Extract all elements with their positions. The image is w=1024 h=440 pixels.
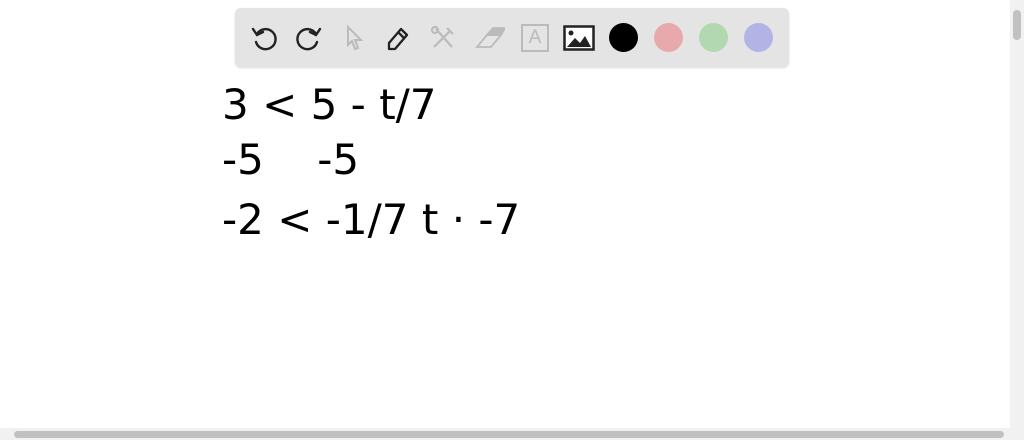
- redo-button[interactable]: [293, 22, 325, 54]
- color-swatch-purple[interactable]: [744, 23, 773, 52]
- image-tool-button[interactable]: [563, 22, 595, 54]
- handwriting-line: -5 -5: [222, 135, 360, 184]
- pencil-icon: [387, 27, 409, 51]
- redo-icon: [296, 27, 322, 51]
- text-tool-button[interactable]: A: [519, 22, 551, 54]
- horizontal-scrollbar[interactable]: [0, 428, 1024, 440]
- image-icon: [563, 25, 595, 51]
- handwriting-line: 3 < 5 - t/7: [222, 80, 437, 129]
- drawing-toolbar: A: [235, 8, 789, 67]
- color-swatch-green[interactable]: [699, 23, 728, 52]
- text-box-icon: A: [521, 24, 549, 52]
- pointer-icon: [347, 24, 364, 51]
- handwriting-line: -2 < -1/7 t · -7: [222, 195, 521, 244]
- horizontal-scroll-thumb[interactable]: [14, 431, 1004, 438]
- undo-icon: [251, 27, 277, 51]
- eraser-tool-button[interactable]: [473, 22, 505, 54]
- color-swatch-pink[interactable]: [654, 23, 683, 52]
- eraser-icon: [475, 27, 505, 48]
- pen-tool-button[interactable]: [382, 22, 414, 54]
- vertical-scroll-thumb[interactable]: [1013, 10, 1021, 40]
- tools-button[interactable]: [427, 22, 459, 54]
- undo-button[interactable]: [248, 22, 280, 54]
- select-tool-button[interactable]: [338, 22, 370, 54]
- color-swatch-black[interactable]: [609, 23, 638, 52]
- vertical-scrollbar[interactable]: [1010, 0, 1024, 428]
- tools-icon: [430, 25, 454, 48]
